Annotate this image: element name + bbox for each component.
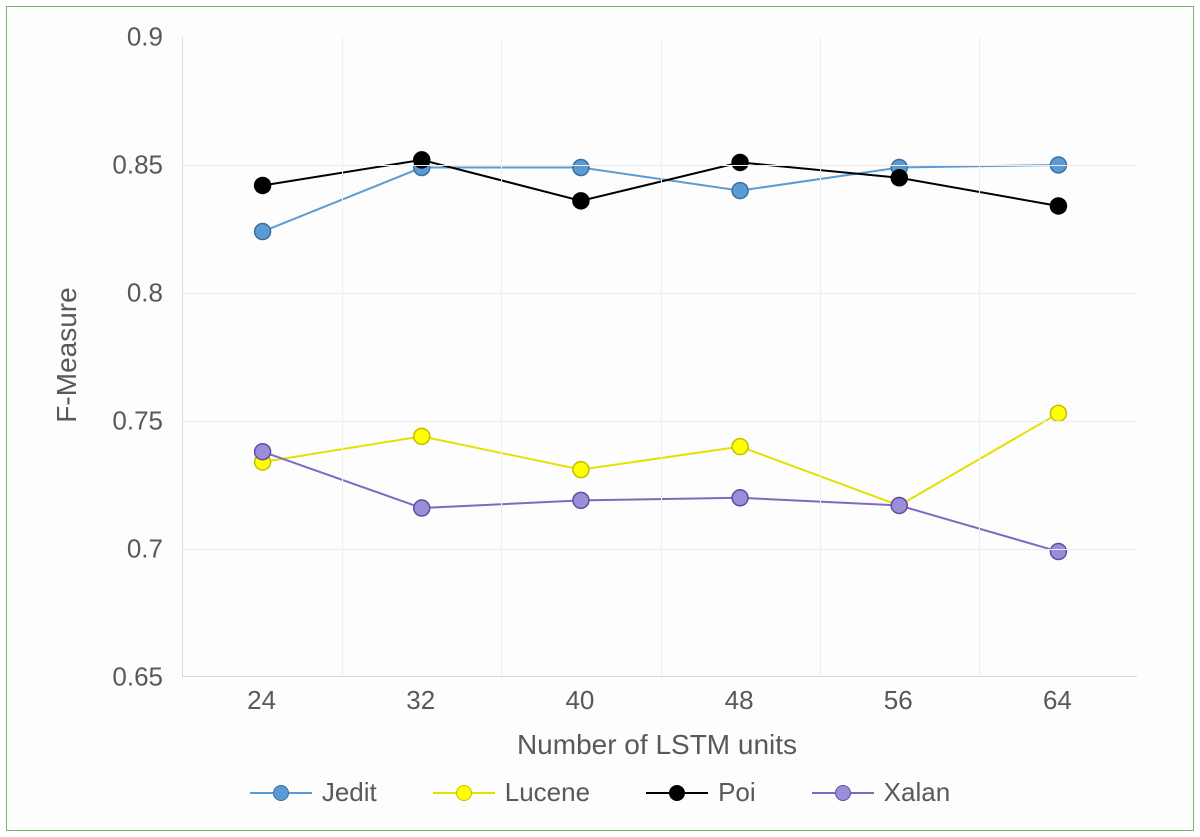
series-marker — [1050, 198, 1066, 214]
plot-area — [182, 37, 1137, 677]
series-marker — [255, 224, 271, 240]
series-marker — [414, 428, 430, 444]
x-tick-label: 40 — [565, 685, 594, 716]
gridline-v — [820, 37, 821, 676]
legend-swatch — [433, 782, 495, 804]
legend: Jedit Lucene Poi Xalan — [7, 777, 1193, 811]
series-marker — [573, 160, 589, 176]
series-marker — [1050, 405, 1066, 421]
chart-frame: F-Measure Number of LSTM units JeditLuce… — [6, 6, 1194, 831]
y-tick-label: 0.65 — [73, 662, 163, 693]
legend-label: Lucene — [505, 777, 590, 808]
legend-item: Xalan — [812, 777, 951, 808]
legend-item: Poi — [646, 777, 756, 808]
y-tick-label: 0.9 — [73, 22, 163, 53]
series-marker — [1050, 544, 1066, 560]
series-marker — [891, 170, 907, 186]
series-marker — [732, 183, 748, 199]
series-marker — [573, 492, 589, 508]
series-marker — [732, 490, 748, 506]
gridline-v — [661, 37, 662, 676]
legend-swatch — [250, 782, 312, 804]
x-axis-label: Number of LSTM units — [517, 729, 797, 761]
y-tick-label: 0.7 — [73, 534, 163, 565]
series-marker — [732, 154, 748, 170]
series-marker — [573, 193, 589, 209]
x-tick-label: 56 — [884, 685, 913, 716]
legend-item: Jedit — [250, 777, 377, 808]
legend-swatch — [812, 782, 874, 804]
y-tick-label: 0.85 — [73, 150, 163, 181]
y-tick-label: 0.75 — [73, 406, 163, 437]
x-tick-label: 32 — [406, 685, 435, 716]
series-marker — [891, 497, 907, 513]
legend-label: Poi — [718, 777, 756, 808]
series-marker — [573, 462, 589, 478]
series-marker — [255, 444, 271, 460]
legend-item: Lucene — [433, 777, 590, 808]
x-tick-label: 64 — [1043, 685, 1072, 716]
gridline-v — [342, 37, 343, 676]
series-marker — [255, 177, 271, 193]
y-tick-label: 0.8 — [73, 278, 163, 309]
x-tick-label: 24 — [247, 685, 276, 716]
series-marker — [414, 500, 430, 516]
legend-label: Jedit — [322, 777, 377, 808]
legend-label: Xalan — [884, 777, 951, 808]
series-marker — [732, 439, 748, 455]
gridline-v — [501, 37, 502, 676]
x-tick-label: 48 — [725, 685, 754, 716]
gridline-v — [979, 37, 980, 676]
legend-swatch — [646, 782, 708, 804]
